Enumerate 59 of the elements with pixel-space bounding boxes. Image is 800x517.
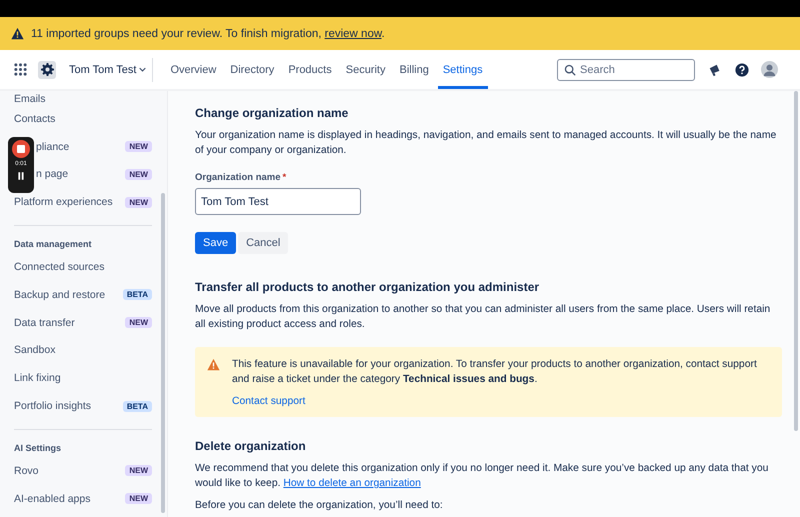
chevron-down-icon[interactable] [139,67,146,72]
sidebar-item[interactable]: Sandbox [14,344,56,356]
sidebar-item[interactable]: Emails [14,93,46,105]
app-switcher-icon[interactable] [14,63,27,76]
scrollbar[interactable] [794,91,798,431]
section-description: We recommend that you delete this organization only if you no longer need it. Make sure you’ve backed up any data that you would like to keep. How to delete an organization [195,462,770,491]
section-heading: Change organization name [195,106,350,120]
sidebar-item[interactable]: Link fixing [14,372,61,384]
status-lozenge: NEW [125,196,152,208]
organization-switcher[interactable]: Tom Tom Test [69,64,146,76]
section-heading: Delete organization [195,439,307,453]
cancel-button[interactable]: Cancel [238,232,288,254]
search-field[interactable]: Search [557,58,695,80]
required-mark: * [282,172,286,183]
section-description: Before you can delete the organization, you’ll need to: [195,499,444,513]
save-button[interactable]: Save [195,232,236,254]
sidebar-item[interactable]: n page [36,168,68,180]
contact-support-link[interactable]: Contact support [232,396,770,407]
help-icon[interactable] [735,62,749,76]
warning-icon [11,27,24,40]
sidebar-item[interactable]: Connected sources [14,261,104,274]
banner-message: 11 imported groups need your review. To finish migration, review now. [31,28,385,40]
sidebar-section-header: AI Settings [14,442,62,455]
field-label: Organization name [195,172,281,183]
sidebar-item[interactable]: pliance [36,140,70,153]
nav-tab[interactable]: Security [340,50,390,89]
nav-tab[interactable]: Billing [394,50,434,89]
sidebar-item[interactable]: Portfolio insights [14,400,92,412]
status-lozenge: NEW [125,141,152,152]
section-description: Your organization name is displayed in headings, navigation, and emails sent to managed accounts. It will usually be the name of your company or organization. [195,129,778,158]
status-lozenge: NEW [125,465,152,476]
avatar[interactable] [761,61,778,78]
organization-name-field[interactable]: Tom Tom Test [195,188,361,215]
settings-button[interactable] [38,60,56,78]
sidebar-item[interactable]: Platform experiences [14,196,113,208]
status-lozenge: NEW [125,168,152,180]
warning-text: This feature is unavailable for your organization. To transfer your products to another organization, contact support and raise a ticket under the category Technical issues and bugs. [232,358,758,387]
scrollbar[interactable] [161,193,165,513]
megaphone-icon[interactable] [708,62,722,76]
help-link[interactable]: How to delete an organization [283,478,421,489]
sidebar-section-header: Data management [14,239,93,252]
section-heading: Transfer all products to another organization you administer [195,280,540,294]
pause-icon[interactable] [18,172,24,180]
status-lozenge: NEW [125,317,152,328]
section-description: Move all products from this organization to another so that you can administer all users from the same place. Users will retain all existing product access and roles. [195,303,772,332]
nav-tab[interactable]: Overview [165,50,222,89]
status-lozenge: BETA [122,289,152,300]
sidebar-item[interactable]: Data transfer [14,316,75,329]
sidebar-item[interactable]: Contacts [14,112,56,125]
sidebar-item[interactable]: Rovo [14,464,39,477]
nav-tab[interactable]: Products [283,50,337,89]
stop-button[interactable] [12,140,30,158]
status-lozenge: BETA [122,400,152,412]
sidebar-item[interactable]: AI-enabled apps [14,492,90,505]
status-lozenge: NEW [125,493,152,504]
sidebar-item[interactable]: Backup and restore [14,288,106,301]
nav-tab[interactable]: Directory [225,50,280,89]
warning-icon [207,358,220,371]
review-now-link[interactable]: review now [324,28,382,40]
